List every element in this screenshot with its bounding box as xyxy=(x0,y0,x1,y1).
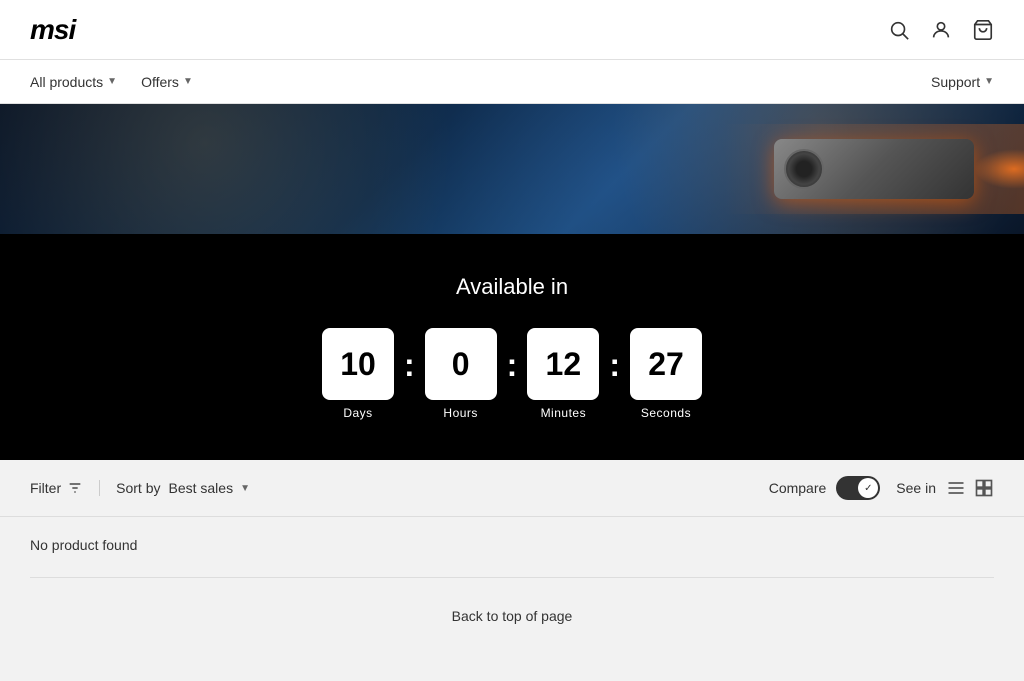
banner-graphic xyxy=(674,104,1024,234)
seconds-label: Seconds xyxy=(641,406,691,420)
countdown-section: Available in 10 Days : 0 Hours : 12 Minu… xyxy=(0,234,1024,460)
see-in-section: See in xyxy=(896,478,994,498)
filter-icon xyxy=(67,480,83,496)
compare-section: Compare ✓ xyxy=(769,476,881,500)
see-in-label: See in xyxy=(896,480,936,496)
nav-right: Support ▼ xyxy=(931,74,994,90)
gpu-glow xyxy=(974,149,1024,189)
gpu-image xyxy=(724,124,1024,214)
minutes-block: 12 Minutes xyxy=(527,328,599,420)
chevron-down-icon: ▼ xyxy=(107,76,117,87)
sort-dropdown[interactable]: Best sales ▼ xyxy=(168,480,250,496)
separator-1: : xyxy=(394,347,425,384)
products-area: No product found xyxy=(0,517,1024,577)
compare-toggle[interactable]: ✓ xyxy=(836,476,880,500)
days-value: 10 xyxy=(322,328,394,400)
sort-value: Best sales xyxy=(168,480,233,496)
grid-view-icon[interactable] xyxy=(974,478,994,498)
filter-left: Filter Sort by Best sales ▼ xyxy=(30,480,250,496)
nav-left: All products ▼ Offers ▼ xyxy=(30,74,193,90)
filter-right: Compare ✓ See in xyxy=(769,476,994,500)
seconds-value: 27 xyxy=(630,328,702,400)
hours-value: 0 xyxy=(425,328,497,400)
back-to-top-link[interactable]: Back to top of page xyxy=(452,608,573,624)
chevron-down-icon: ▼ xyxy=(984,76,994,87)
nav: All products ▼ Offers ▼ Support ▼ xyxy=(0,60,1024,104)
gpu-fan xyxy=(784,149,824,189)
sort-label: Sort by xyxy=(116,480,160,496)
filter-bar: Filter Sort by Best sales ▼ Compare ✓ xyxy=(0,460,1024,517)
separator-2: : xyxy=(497,347,528,384)
toggle-thumb: ✓ xyxy=(858,478,878,498)
header-icons xyxy=(888,19,994,41)
nav-item-all-products[interactable]: All products ▼ xyxy=(30,74,117,90)
nav-item-offers[interactable]: Offers ▼ xyxy=(141,74,193,90)
logo[interactable]: msi xyxy=(30,14,75,46)
hours-label: Hours xyxy=(443,406,478,420)
chevron-down-icon: ▼ xyxy=(183,76,193,87)
cart-icon[interactable] xyxy=(972,19,994,41)
minutes-value: 12 xyxy=(527,328,599,400)
days-block: 10 Days xyxy=(322,328,394,420)
compare-label: Compare xyxy=(769,480,827,496)
check-icon: ✓ xyxy=(864,483,872,494)
no-product-message: No product found xyxy=(30,537,994,553)
sort-section: Sort by Best sales ▼ xyxy=(99,480,250,496)
nav-item-support[interactable]: Support ▼ xyxy=(931,74,994,90)
days-label: Days xyxy=(343,406,372,420)
countdown-timer: 10 Days : 0 Hours : 12 Minutes : 27 Seco… xyxy=(322,328,702,420)
available-in-text: Available in xyxy=(456,274,568,300)
sort-chevron-icon: ▼ xyxy=(240,483,250,494)
banner xyxy=(0,104,1024,234)
gpu-body xyxy=(774,139,974,199)
footer: Back to top of page xyxy=(0,578,1024,654)
minutes-label: Minutes xyxy=(541,406,587,420)
user-icon[interactable] xyxy=(930,19,952,41)
list-view-icon[interactable] xyxy=(946,478,966,498)
seconds-block: 27 Seconds xyxy=(630,328,702,420)
hours-block: 0 Hours xyxy=(425,328,497,420)
filter-button[interactable]: Filter xyxy=(30,480,83,496)
separator-3: : xyxy=(599,347,630,384)
view-icons xyxy=(946,478,994,498)
search-icon[interactable] xyxy=(888,19,910,41)
header: msi xyxy=(0,0,1024,60)
